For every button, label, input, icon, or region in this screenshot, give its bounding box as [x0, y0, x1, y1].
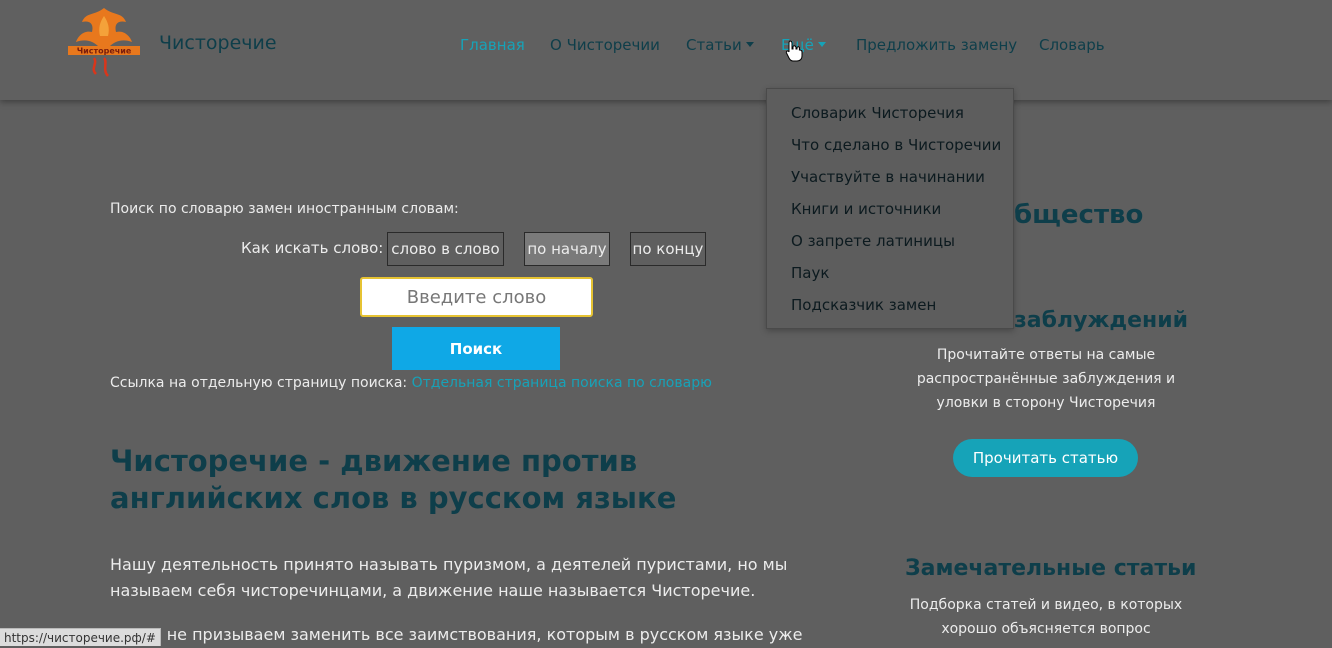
mode-exact-button[interactable]: слово в слово: [387, 232, 504, 266]
nav-articles[interactable]: Статьи: [686, 36, 754, 54]
search-page-link-prefix: Ссылка на отдельную страницу поиска:: [110, 375, 408, 391]
dropdown-item-participate[interactable]: Участвуйте в начинании: [791, 168, 985, 186]
mode-suffix-button[interactable]: по концу: [630, 232, 706, 266]
read-article-button[interactable]: Прочитать статью: [953, 439, 1138, 477]
chevron-down-icon: [745, 42, 754, 47]
dropdown-item-suggester[interactable]: Подсказчик замен: [791, 296, 936, 314]
chevron-down-icon: [817, 42, 826, 47]
phoenix-logo-icon[interactable]: Чисторечие: [64, 2, 144, 80]
more-dropdown-menu: Словарик Чисторечия Что сделано в Чистор…: [766, 88, 1014, 329]
search-input[interactable]: [360, 277, 593, 317]
nav-articles-label: Статьи: [686, 36, 742, 54]
dropdown-item-books[interactable]: Книги и источники: [791, 200, 941, 218]
dropdown-item-latin-ban[interactable]: О запрете латиницы: [791, 232, 955, 250]
nav-suggest[interactable]: Предложить замену: [856, 36, 1017, 54]
nav-dictionary[interactable]: Словарь: [1039, 36, 1105, 54]
site-header: Чисторечие Чисторечие Главная О Чистореч…: [0, 0, 1332, 100]
article-paragraph-1: Нашу деятельность принято называть пуриз…: [110, 555, 788, 600]
search-mode-label: Как искать слово:: [241, 239, 384, 257]
search-page-link-line: Ссылка на отдельную страницу поиска: Отд…: [110, 375, 712, 391]
page-title: Чисторечие - движение против английских …: [110, 444, 677, 515]
sidebar-heading-society: бщество: [1014, 200, 1144, 230]
sidebar-heading-articles: Замечательные статьи: [905, 556, 1197, 581]
search-page-link[interactable]: Отдельная страница поиска по словарю: [412, 375, 712, 391]
nav-about[interactable]: О Чисторечии: [550, 36, 660, 54]
search-label: Поиск по словарю замен иностранным слова…: [110, 201, 459, 217]
sidebar-text-articles: Подборка статей и видео, в которых хорош…: [909, 597, 1183, 637]
article-paragraph-2: Но мы не призываем заменить все заимство…: [110, 625, 803, 644]
hand-pointer-icon: [785, 40, 803, 62]
nav-home[interactable]: Главная: [460, 36, 525, 54]
mode-prefix-button[interactable]: по началу: [524, 232, 610, 266]
site-brand[interactable]: Чисторечие: [159, 32, 277, 54]
sidebar-heading-misconceptions: заблуждений: [1014, 308, 1189, 333]
search-button[interactable]: Поиск: [392, 327, 560, 370]
dropdown-item-spider[interactable]: Паук: [791, 264, 829, 282]
dropdown-item-achievements[interactable]: Что сделано в Чисторечии: [791, 136, 1001, 154]
svg-text:Чисторечие: Чисторечие: [77, 47, 132, 56]
dropdown-item-glossary[interactable]: Словарик Чисторечия: [791, 104, 964, 122]
status-bar-url: https://чисторечие.рф/#: [0, 628, 161, 646]
sidebar-text-misconceptions: Прочитайте ответы на самые распространён…: [916, 347, 1176, 411]
